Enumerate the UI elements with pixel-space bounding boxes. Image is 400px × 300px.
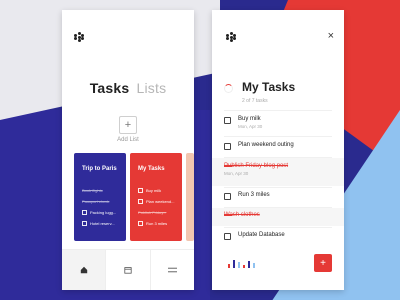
task-label: Plan weekend outing — [238, 142, 294, 148]
list-card-my-tasks[interactable]: My Tasks Buy milk Plan weekend... Publis… — [130, 153, 182, 241]
view-toggle: Tasks Lists — [62, 80, 194, 96]
task-row[interactable]: Run 3 miles — [224, 192, 336, 200]
app-logo-icon — [74, 32, 84, 42]
list-card-title: Trip to Paris — [82, 166, 117, 172]
list-card-item: Plan weekend... — [138, 199, 174, 204]
task-row[interactable]: Plan weekend outing — [224, 142, 336, 150]
add-task-button[interactable]: + — [314, 254, 332, 272]
activity-bars-icon — [228, 260, 255, 268]
menu-icon — [167, 267, 177, 273]
close-icon[interactable]: × — [328, 30, 334, 42]
list-card-item: Packing lugg... — [82, 210, 116, 215]
task-row-completed[interactable]: Publish Friday blog post Mon, Apr 30 — [224, 163, 336, 176]
list-card-item: Publish Friday... — [138, 210, 167, 215]
calendar-icon — [124, 267, 132, 274]
list-card-peek[interactable] — [186, 153, 194, 241]
task-label: Publish Friday blog post — [224, 163, 289, 169]
plus-icon: + — [124, 119, 132, 131]
task-label: Buy milk — [238, 116, 261, 122]
list-card-item: Run 3 miles — [138, 221, 167, 226]
divider — [224, 136, 332, 137]
tasks-heading[interactable]: Tasks — [90, 80, 130, 96]
task-date: Mon, Apr 30 — [238, 124, 263, 129]
list-card-item: Book flights — [82, 188, 103, 193]
divider — [224, 227, 332, 228]
lists-screen: Tasks Lists + Add List — [62, 10, 194, 290]
list-card-trip-to-paris[interactable]: Trip to Paris Book flights Passport chec… — [74, 153, 126, 241]
tab-calendar[interactable] — [106, 250, 151, 290]
task-checkbox[interactable] — [224, 233, 231, 240]
task-detail-screen: × My Tasks 2 of 7 tasks Buy milk Mon, Ap… — [212, 10, 344, 290]
list-card-item: Buy milk — [138, 188, 161, 193]
divider — [224, 110, 332, 111]
task-checkbox[interactable] — [224, 117, 231, 124]
add-list-button[interactable]: + — [119, 116, 137, 134]
list-card-item: Passport check — [82, 199, 110, 204]
lists-heading[interactable]: Lists — [136, 80, 166, 96]
task-label: Wash clothes — [224, 212, 260, 218]
task-row[interactable]: Update Database — [224, 232, 336, 240]
list-card-title: My Tasks — [138, 166, 165, 172]
tab-home[interactable] — [62, 250, 107, 290]
progress-ring-icon — [224, 84, 233, 93]
divider — [224, 187, 332, 188]
task-count: 2 of 7 tasks — [242, 98, 268, 104]
page-title: My Tasks — [242, 80, 296, 94]
app-logo-icon — [226, 32, 236, 42]
bottom-tab-bar — [62, 249, 194, 290]
task-row-completed[interactable]: Wash clothes — [224, 212, 336, 218]
task-checkbox[interactable] — [224, 193, 231, 200]
task-row[interactable]: Buy milk Mon, Apr 30 — [224, 116, 336, 129]
task-date: Mon, Apr 30 — [224, 171, 249, 176]
tab-menu[interactable] — [151, 250, 194, 290]
task-label: Run 3 miles — [238, 192, 270, 198]
add-list-label: Add List — [117, 137, 139, 143]
list-card-item: Hotel reserv... — [82, 221, 115, 226]
home-icon — [80, 266, 87, 274]
task-label: Update Database — [238, 232, 285, 238]
task-checkbox[interactable] — [224, 143, 231, 150]
